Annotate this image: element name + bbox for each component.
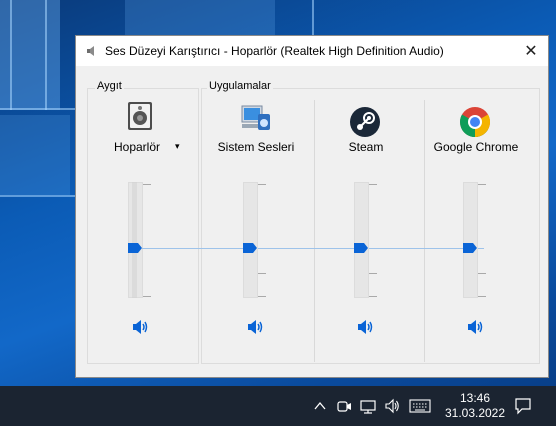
slider-tick [478,273,486,274]
slider-tick [478,296,486,297]
chevron-up-icon[interactable] [314,400,326,412]
device-dropdown-arrow[interactable]: ▾ [175,141,180,152]
device-volume-level [132,182,137,298]
close-button[interactable]: ✕ [514,36,548,66]
speaker-device-icon [128,102,152,130]
volume-icon[interactable] [384,398,400,414]
desktop-light-line [312,0,314,36]
desktop-light-line [0,195,75,197]
app-mute-button-steam[interactable] [357,319,375,335]
system-sounds-icon [241,105,270,130]
desktop-light-shape [125,0,275,40]
notification-icon[interactable] [514,397,532,415]
app-volume-thumb-system-sounds[interactable] [243,243,257,253]
slider-tick [478,184,486,185]
app-mute-button-chrome[interactable] [467,319,485,335]
desktop-light-shape [0,115,70,195]
device-name-label[interactable]: Hoparlör [114,140,160,154]
app-volume-track-steam[interactable] [354,182,369,298]
app-volume-thumb-chrome[interactable] [463,243,477,253]
sliders-link-line [142,248,484,249]
app-label-steam: Steam [348,140,384,154]
app-mute-button-system-sounds[interactable] [247,319,265,335]
apps-group-label: Uygulamalar [207,80,273,92]
device-volume-thumb[interactable] [128,243,142,253]
device-mute-button[interactable] [132,319,150,335]
slider-tick [369,184,377,185]
chrome-icon [459,107,491,138]
column-separator [424,100,425,362]
keyboard-icon[interactable] [409,399,431,413]
slider-tick [143,184,151,185]
desktop-light-shape [0,0,60,110]
slider-tick [258,184,266,185]
desktop-light-line [10,0,12,110]
meet-now-icon[interactable] [336,398,352,414]
network-icon[interactable] [360,398,376,414]
desktop-light-line [45,0,47,110]
slider-tick [258,296,266,297]
steam-icon [350,107,380,137]
speaker-icon [87,46,94,56]
slider-tick [369,296,377,297]
clock-time[interactable]: 13:46 [455,391,495,405]
slider-tick [258,273,266,274]
clock-date[interactable]: 31.03.2022 [442,406,508,420]
device-group-label: Aygıt [95,80,124,92]
column-separator [314,100,315,362]
app-label-system-sounds: Sistem Sesleri [217,140,295,154]
app-volume-track-system-sounds[interactable] [243,182,258,298]
volume-mixer-window: Ses Düzeyi Karıştırıcı - Hoparlör (Realt… [75,35,549,378]
slider-tick [143,296,151,297]
window-title: Ses Düzeyi Karıştırıcı - Hoparlör (Realt… [105,44,444,58]
app-volume-thumb-steam[interactable] [354,243,368,253]
title-bar[interactable]: Ses Düzeyi Karıştırıcı - Hoparlör (Realt… [76,36,548,66]
app-volume-track-chrome[interactable] [463,182,478,298]
app-label-chrome: Google Chrome [433,140,519,154]
slider-tick [369,273,377,274]
